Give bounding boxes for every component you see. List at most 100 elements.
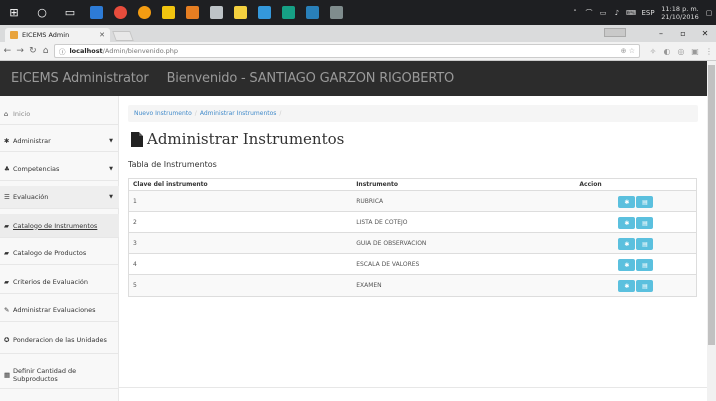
sidebar-item-label: Catalogo de Productos [13,248,87,257]
cell-instrumento: ESCALA DE VALORES [356,260,420,268]
gear-icon: ✱ [624,219,630,227]
caret-down-icon: ▼ [109,166,113,172]
sidebar-item-ponderacion[interactable]: ✪ Ponderacion de las Unidades [0,326,119,354]
cell-actions: ✱ ▤ [578,254,696,274]
profile-badge[interactable] [604,28,626,37]
sidebar-item-inicio[interactable]: ⌂ Inicio [0,103,119,125]
sidebar-item-evaluacion[interactable]: ☰ Evaluación ▼ [0,186,119,209]
main-content: Nuevo Instrumento / Administrar Instrume… [119,96,707,401]
keyboard-icon[interactable]: ⌨ [624,9,638,17]
brand-title[interactable]: EICEMS Administrator [11,71,149,86]
home-icon[interactable]: ⌂ [40,46,51,56]
trash-icon: ▤ [642,240,648,248]
browser-toolbar: ← → ↻ ⌂ ⓘ localhost /Admin/bienvenido.ph… [0,42,716,61]
sidebar-item-label: Evaluación [13,193,49,201]
settings-app-icon[interactable] [324,0,348,25]
sidebar-item-criterios[interactable]: ▰ Criterios de Evaluación [0,270,119,294]
breadcrumb-link[interactable]: Administrar Instrumentos [200,110,277,117]
edit-button[interactable]: ✱ [618,280,636,292]
firefox-app-icon[interactable] [132,0,156,25]
sidebar-item-administrar[interactable]: ✱ Administrar ▼ [0,130,119,152]
notifications-icon[interactable]: ▢ [702,9,716,17]
paint-app-icon[interactable] [180,0,204,25]
language-indicator[interactable]: ESP [638,9,658,17]
windows-taskbar: ⊞ ○ ▭ ˄ ⌒ ▭ ♪ ⌨ ESP 11:18 p. m. 21/10/20… [0,0,716,25]
delete-button[interactable]: ▤ [636,217,654,229]
app-icon[interactable] [252,0,276,25]
minimize-icon[interactable]: – [650,25,672,42]
cell-instrumento: GUIA DE OBSERVACION [356,239,427,247]
edit-button[interactable]: ✱ [618,259,636,271]
new-tab-button[interactable] [112,31,134,41]
trash-icon: ▤ [642,198,648,206]
taskbar-clock[interactable]: 11:18 p. m. 21/10/2016 [658,5,702,21]
sidebar-item-competencias[interactable]: ♣ Competencias ▼ [0,158,119,181]
table-header: Clave del instrumento Instrumento Accion [129,179,696,191]
page-title: Administrar Instrumentos [131,127,344,151]
battery-icon[interactable]: ▭ [596,9,610,17]
sidebar-item-catalogo-instrumentos[interactable]: ▰ Catalogo de Instrumentos [0,214,119,238]
address-bar[interactable]: ⓘ localhost /Admin/bienvenido.php ⊕ ☆ [53,44,640,58]
task-view-icon[interactable]: ▭ [56,0,84,25]
gear-icon: ✱ [624,261,630,269]
network-icon[interactable]: ⌒ [582,8,596,18]
sidebar-item-subproductos[interactable]: ▦ Definir Cantidad de Subproductos [0,361,119,389]
breadcrumb: Nuevo Instrumento / Administrar Instrume… [128,105,698,122]
folder-app-icon[interactable] [228,0,252,25]
close-window-icon[interactable]: ✕ [694,25,716,42]
extension-icon[interactable]: ◎ [674,47,688,56]
table-row: 2 LISTA DE COTEJO ✱ ▤ [129,212,696,233]
edit-icon: ✎ [4,305,10,314]
info-icon[interactable]: ⓘ [59,46,66,56]
zoom-icon[interactable]: ⊕ ☆ [621,47,635,55]
chevron-up-icon[interactable]: ˄ [568,9,582,17]
maximize-icon[interactable]: ▫ [672,25,694,42]
edit-button[interactable]: ✱ [618,217,636,229]
edit-button[interactable]: ✱ [618,196,636,208]
search-icon[interactable]: ○ [28,0,56,25]
extensions: ✧ ◐ ◎ ▣ ⋮ [646,47,716,56]
delete-button[interactable]: ▤ [636,238,654,250]
page-scrollbar[interactable] [707,61,716,401]
store-app-icon[interactable] [300,0,324,25]
cell-clave: 5 [133,282,137,289]
edge-app-icon[interactable] [84,0,108,25]
cell-clave: 2 [133,218,137,226]
close-tab-icon[interactable]: ✕ [99,31,105,39]
table-row: 3 GUIA DE OBSERVACION ✱ ▤ [129,233,696,254]
sidebar-item-administrar-evaluaciones[interactable]: ✎ Administrar Evaluaciones [0,298,119,322]
sidebar-item-label: Administrar [13,136,51,145]
back-icon[interactable]: ← [2,46,13,56]
page-title-text: Administrar Instrumentos [147,130,345,148]
extension-icon[interactable]: ✧ [646,47,660,56]
favicon-icon [10,31,18,39]
delete-button[interactable]: ▤ [636,259,654,271]
menu-icon[interactable]: ⋮ [702,47,716,56]
chrome-app-icon[interactable] [108,0,132,25]
sidebar-item-label: Competencias [13,165,60,173]
table-icon: ▦ [4,370,11,379]
edit-button[interactable]: ✱ [618,238,636,250]
delete-button[interactable]: ▤ [636,196,654,208]
explorer-app-icon[interactable] [156,0,180,25]
divider [119,387,707,388]
users-icon: ♣ [4,165,10,173]
sidebar-item-label: Administrar Evaluaciones [13,305,96,314]
volume-icon[interactable]: ♪ [610,9,624,17]
reload-icon[interactable]: ↻ [27,46,38,56]
home-icon: ⌂ [4,109,9,118]
media-app-icon[interactable] [204,0,228,25]
browser-tab[interactable]: EICEMS Admin ✕ [5,28,110,42]
extension-icon[interactable]: ◐ [660,47,674,56]
sidebar-item-catalogo-productos[interactable]: ▰ Catalogo de Productos [0,241,119,265]
forward-icon[interactable]: → [15,46,26,56]
scrollbar-thumb[interactable] [708,65,715,345]
skype-app-icon[interactable] [276,0,300,25]
trash-icon: ▤ [642,219,648,227]
delete-button[interactable]: ▤ [636,280,654,292]
breadcrumb-link[interactable]: Nuevo Instrumento [134,110,192,117]
start-icon[interactable]: ⊞ [0,0,28,25]
browser-tab-bar: EICEMS Admin ✕ – ▫ ✕ [0,25,716,42]
extension-icon[interactable]: ▣ [688,47,702,56]
window-controls: – ▫ ✕ [650,25,716,42]
